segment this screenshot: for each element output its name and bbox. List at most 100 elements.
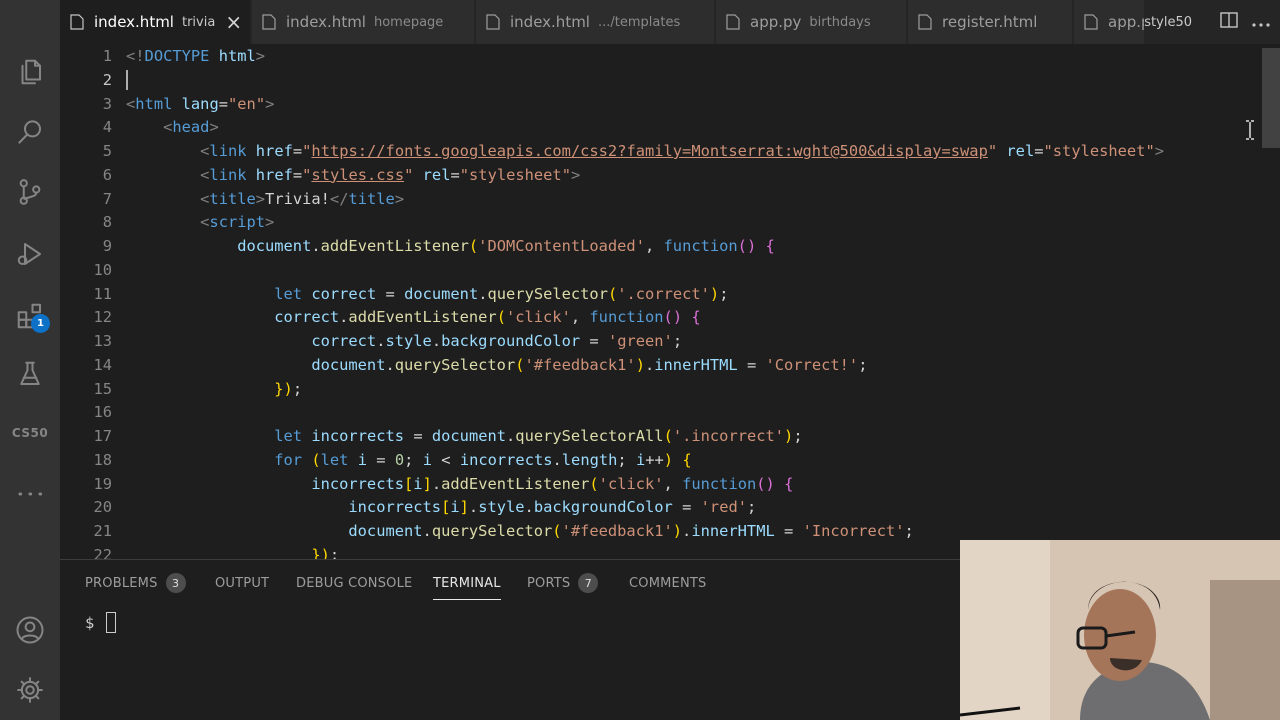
tab-description: homepage xyxy=(373,14,444,30)
tab-problems[interactable]: PROBLEMS 3 xyxy=(85,566,186,600)
code-text: let incorrects = document.querySelectorA… xyxy=(274,427,803,445)
terminal[interactable]: $ xyxy=(85,612,117,633)
line-number: 17 xyxy=(93,427,112,445)
line-number: 11 xyxy=(93,284,112,303)
code-text: <script> xyxy=(200,213,275,232)
style50-button[interactable]: style50 xyxy=(1144,15,1192,30)
code-text: <link href="styles.css" rel="stylesheet"… xyxy=(200,165,581,184)
search-button[interactable] xyxy=(0,104,60,160)
line-number: 7 xyxy=(102,189,112,208)
presenter-video xyxy=(960,540,1280,720)
code-line[interactable]: 10 xyxy=(60,258,1260,282)
code-line[interactable]: 19 incorrects[i].addEventListener('click… xyxy=(60,472,1260,496)
terminal-cursor xyxy=(106,612,117,633)
tab-output[interactable]: OUTPUT xyxy=(215,566,269,600)
code-line[interactable]: 2 xyxy=(60,68,1260,92)
more-icon xyxy=(18,492,43,496)
split-editor-icon[interactable] xyxy=(1220,11,1238,33)
code-line[interactable]: 4 <head> xyxy=(60,115,1260,139)
tab-terminal[interactable]: TERMINAL xyxy=(433,566,501,600)
code-line[interactable]: 1 <!DOCTYPE html> xyxy=(60,44,1260,68)
code-line[interactable]: 12 correct.addEventListener('click', fun… xyxy=(60,305,1260,329)
manage-button[interactable] xyxy=(0,662,60,718)
accounts-button[interactable] xyxy=(0,602,60,658)
line-number: 14 xyxy=(93,355,112,374)
testing-button[interactable] xyxy=(0,346,60,402)
code-line[interactable]: 5 <link href="https://fonts.googleapis.c… xyxy=(60,139,1260,163)
tab-ports[interactable]: PORTS 7 xyxy=(527,566,599,600)
cs50-icon: CS50 xyxy=(11,426,49,440)
panel-tab-label: DEBUG CONSOLE xyxy=(296,575,413,591)
line-number: 21 xyxy=(93,522,112,540)
file-icon xyxy=(486,14,500,30)
tab-register-html[interactable]: register.html xyxy=(908,0,1072,44)
code-line[interactable]: 13 correct.style.backgroundColor = 'gree… xyxy=(60,329,1260,353)
tab-comments[interactable]: COMMENTS xyxy=(629,566,706,600)
tab-app-py[interactable]: app.py xyxy=(1074,0,1154,44)
close-icon[interactable]: × xyxy=(225,12,242,32)
cs50-button[interactable]: CS50 xyxy=(0,405,60,461)
code-text: <title>Trivia!</title> xyxy=(200,189,405,208)
text-cursor xyxy=(126,70,128,90)
line-number: 1 xyxy=(102,47,112,65)
line-number: 10 xyxy=(93,260,112,279)
code-text: incorrects[i].addEventListener('click', … xyxy=(311,474,794,493)
extensions-button[interactable] xyxy=(0,288,60,344)
tab-index-html-homepage[interactable]: index.html homepage xyxy=(252,0,474,44)
editor-scrollbar[interactable] xyxy=(1262,48,1280,148)
code-text: let correct = document.querySelector('.c… xyxy=(274,284,729,303)
tab-app-py-birthdays[interactable]: app.py birthdays xyxy=(716,0,906,44)
file-icon xyxy=(726,14,740,30)
tab-description: trivia xyxy=(181,14,216,30)
code-line[interactable]: 16 xyxy=(60,400,1260,424)
file-icon xyxy=(70,14,84,30)
line-number: 2 xyxy=(102,70,112,89)
more-actions-icon[interactable] xyxy=(1252,12,1270,33)
line-number: 8 xyxy=(102,213,112,232)
tab-index-html-trivia[interactable]: index.html trivia × xyxy=(60,0,250,44)
code-line[interactable]: 9 document.addEventListener('DOMContentL… xyxy=(60,234,1260,258)
terminal-prompt: $ xyxy=(85,613,95,632)
code-line[interactable]: 15 }); xyxy=(60,377,1260,401)
code-text: for (let i = 0; i < incorrects.length; i… xyxy=(274,450,692,469)
code-line[interactable]: 8 <script> xyxy=(60,210,1260,234)
search-icon xyxy=(18,120,41,144)
run-debug-button[interactable] xyxy=(0,226,60,282)
tab-description: birthdays xyxy=(809,14,871,30)
tab-description: .../templates xyxy=(597,14,681,30)
code-line[interactable]: 7 <title>Trivia!</title> xyxy=(60,187,1260,211)
code-line[interactable]: 6 <link href="styles.css" rel="styleshee… xyxy=(60,163,1260,187)
line-number: 19 xyxy=(93,474,112,493)
source-control-button[interactable] xyxy=(0,164,60,220)
files-icon xyxy=(21,59,41,85)
more-button[interactable] xyxy=(0,466,60,522)
tab-filename: index.html xyxy=(94,13,174,31)
problems-count-badge: 3 xyxy=(165,573,186,593)
account-icon xyxy=(16,616,44,644)
mouse-ibeam-icon xyxy=(1246,120,1254,140)
line-number: 6 xyxy=(102,165,112,184)
code-line[interactable]: 3 <html lang="en"> xyxy=(60,92,1260,116)
testing-icon xyxy=(20,361,40,385)
code-line[interactable]: 18 for (let i = 0; i < incorrects.length… xyxy=(60,448,1260,472)
code-line[interactable]: 14 document.querySelector('#feedback1').… xyxy=(60,353,1260,377)
tab-debug-console[interactable]: DEBUG CONSOLE xyxy=(296,566,412,600)
line-number: 20 xyxy=(93,498,112,517)
code-line[interactable]: 11 let correct = document.querySelector(… xyxy=(60,282,1260,306)
code-text: document.addEventListener('DOMContentLoa… xyxy=(237,237,775,255)
explorer-button[interactable] xyxy=(0,44,60,100)
code-editor[interactable]: 1 <!DOCTYPE html> 2 3 <html lang="en"> 4 <hea… xyxy=(60,44,1280,559)
tab-index-html-templates[interactable]: index.html .../templates xyxy=(476,0,714,44)
line-number: 22 xyxy=(93,545,112,559)
code-line[interactable]: 17 let incorrects = document.querySelect… xyxy=(60,424,1260,448)
panel-tab-label: OUTPUT xyxy=(215,575,270,591)
line-number: 3 xyxy=(102,94,112,113)
panel-tab-label: PROBLEMS xyxy=(85,575,158,591)
settings-gear-icon xyxy=(17,677,43,703)
extensions-badge: 1 xyxy=(31,314,50,333)
code-line[interactable]: 20 incorrects[i].style.backgroundColor =… xyxy=(60,495,1260,519)
code-text: <head> xyxy=(163,118,219,137)
file-icon xyxy=(1084,14,1098,30)
tab-actions: style50 xyxy=(1144,0,1280,44)
code-text: }); xyxy=(311,545,340,559)
